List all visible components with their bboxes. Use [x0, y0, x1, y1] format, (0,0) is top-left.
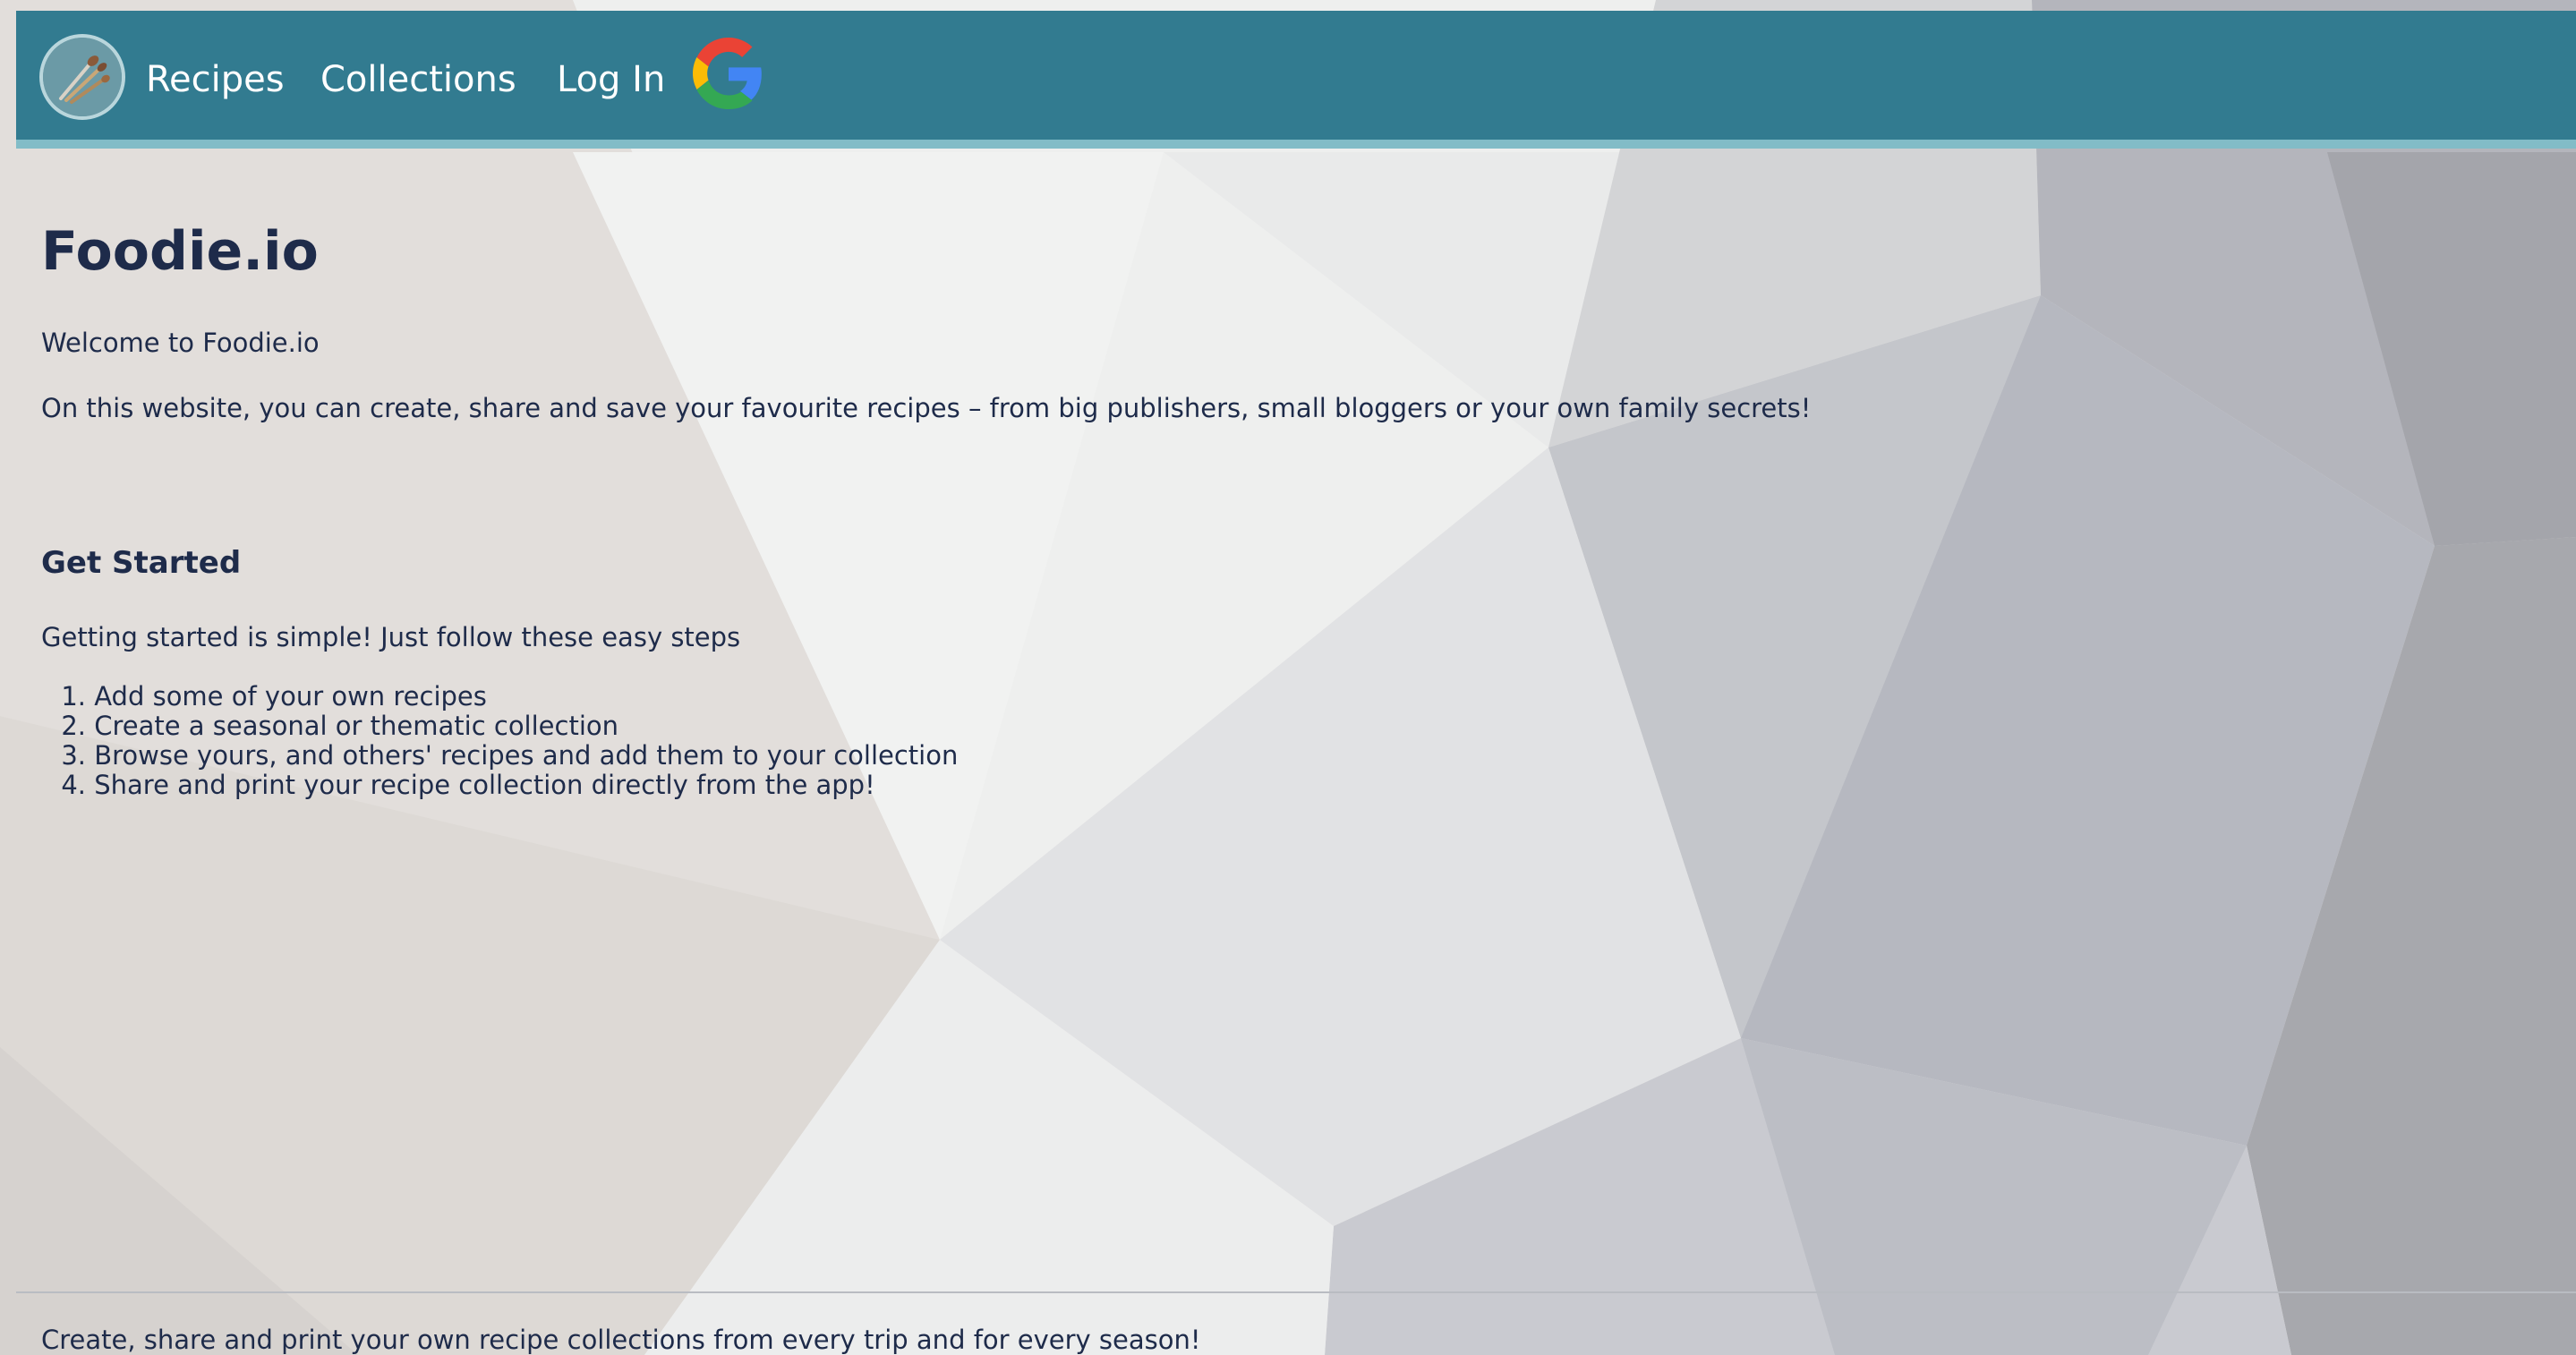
step-text: Share and print your recipe collection d… [94, 770, 875, 800]
google-icon[interactable] [693, 38, 764, 109]
step-item: 3. Browse yours, and others' recipes and… [41, 741, 958, 771]
step-item: 1. Add some of your own recipes [41, 682, 958, 712]
step-item: 4. Share and print your recipe collectio… [41, 771, 958, 800]
background-pattern [0, 0, 2576, 1355]
step-item: 2. Create a seasonal or thematic collect… [41, 712, 958, 741]
steps-list: 1. Add some of your own recipes 2. Creat… [41, 682, 958, 800]
get-started-heading: Get Started [41, 545, 242, 581]
step-number: 4. [61, 770, 86, 800]
step-text: Browse yours, and others' recipes and ad… [94, 740, 959, 771]
step-text: Create a seasonal or thematic collection [94, 711, 619, 741]
footer-tagline: Create, share and print your own recipe … [41, 1325, 1201, 1355]
footer-divider [16, 1291, 2576, 1293]
get-started-text: Getting started is simple! Just follow t… [41, 622, 741, 652]
whisk-logo-graphic [43, 38, 122, 116]
welcome-text: Welcome to Foodie.io [41, 328, 320, 358]
step-number: 3. [61, 740, 86, 771]
nav-link-login[interactable]: Log In [557, 11, 665, 149]
page-title: Foodie.io [41, 220, 319, 283]
step-number: 2. [61, 711, 86, 741]
nav-link-collections[interactable]: Collections [320, 11, 516, 149]
step-number: 1. [61, 681, 86, 712]
whisk-logo-icon[interactable] [39, 34, 125, 120]
top-navbar: Recipes Collections Log In [16, 11, 2576, 149]
step-text: Add some of your own recipes [94, 681, 487, 712]
intro-text: On this website, you can create, share a… [41, 393, 1812, 423]
nav-link-recipes[interactable]: Recipes [146, 11, 285, 149]
